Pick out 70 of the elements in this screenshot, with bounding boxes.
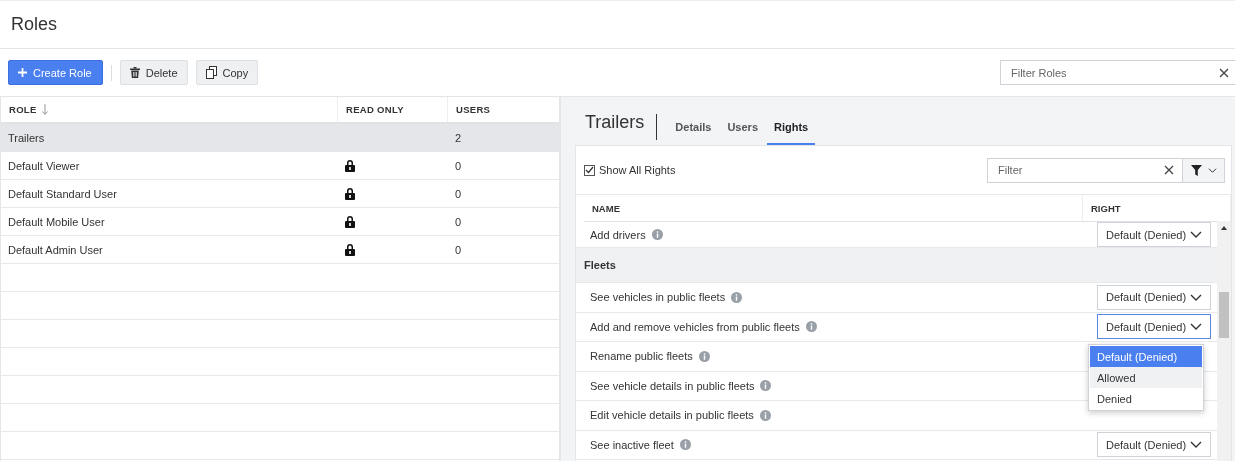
chevron-down-icon	[1190, 293, 1202, 301]
info-icon	[805, 321, 817, 333]
role-name: Trailers	[8, 131, 45, 144]
info-icon	[651, 229, 663, 240]
role-row[interactable]: Default Admin User 0	[1, 236, 559, 264]
dropdown-option[interactable]: Allowed	[1090, 367, 1202, 388]
user-count: 0	[455, 187, 462, 200]
right-select[interactable]: Default (Denied)	[1097, 284, 1211, 310]
role-row[interactable]: Default Mobile User 0	[1, 208, 559, 236]
scrollbar-thumb[interactable]	[1219, 292, 1229, 338]
filter-roles-field[interactable]: Filter Roles	[1009, 65, 1219, 80]
column-header: READ ONLY	[338, 97, 448, 122]
info-icon	[679, 439, 691, 451]
filter-field[interactable]: Filter	[996, 163, 1158, 177]
clear-icon[interactable]	[1164, 165, 1174, 175]
chevron-down-icon	[1190, 231, 1202, 238]
right-name: Add and remove vehicles from public fleets	[590, 320, 800, 333]
right-name: Add drivers	[590, 228, 646, 241]
user-count: 0	[455, 215, 462, 228]
role-name: Default Standard User	[8, 187, 117, 200]
column-header[interactable]: ROLE	[1, 97, 338, 122]
right-name: See inactive fleet	[590, 438, 674, 451]
right-name: Edit vehicle details in public fleets	[590, 409, 754, 422]
trash-icon	[129, 67, 140, 78]
delete-button[interactable]: Delete	[119, 60, 188, 85]
plus-icon	[18, 68, 27, 77]
chevron-down-icon	[1190, 323, 1202, 331]
role-row[interactable]: Trailers 2	[1, 124, 559, 152]
role-name: Default Viewer	[8, 159, 80, 172]
chevron-down-icon	[1190, 441, 1202, 449]
right-select[interactable]: Default (Denied)	[1097, 314, 1211, 340]
scrollbar[interactable]	[1217, 221, 1231, 461]
user-count: 0	[455, 159, 462, 172]
page-title: Roles	[11, 14, 58, 35]
copy-icon	[205, 66, 217, 79]
clear-icon[interactable]	[1219, 67, 1229, 78]
info-icon	[698, 350, 710, 362]
sort-arrow-icon	[41, 104, 48, 115]
create-role-button[interactable]: Create Role	[8, 60, 103, 85]
right-select[interactable]: Default (Denied)	[1097, 222, 1211, 247]
role-name: Default Admin User	[8, 243, 103, 256]
funnel-icon	[1190, 164, 1202, 176]
user-count: 0	[455, 243, 462, 256]
checkbox[interactable]	[584, 164, 595, 176]
right-name: See vehicle details in public fleets	[590, 379, 755, 392]
role-row[interactable]: Default Standard User 0	[1, 180, 559, 208]
checkbox-label[interactable]: Show All Rights	[599, 164, 676, 176]
filter-menu-button[interactable]	[1182, 158, 1224, 182]
role-title: Trailers	[585, 114, 658, 140]
dropdown-option[interactable]: Default (Denied)	[1090, 346, 1202, 367]
info-icon	[759, 409, 771, 421]
info-icon	[731, 291, 743, 303]
filter-box[interactable]: Filter	[987, 157, 1225, 183]
scroll-up-icon[interactable]	[1221, 226, 1227, 230]
filter-roles-box[interactable]: Filter Roles	[1000, 60, 1235, 85]
user-count: 2	[455, 131, 462, 144]
info-icon	[760, 380, 772, 392]
dropdown-option[interactable]: Denied	[1090, 388, 1202, 409]
tab[interactable]: Details	[668, 111, 719, 145]
right-select[interactable]: Default (Denied)	[1097, 432, 1211, 458]
column-header: USERS	[455, 103, 492, 117]
chevron-down-icon	[1207, 167, 1217, 173]
column-header: NAME	[584, 195, 1083, 221]
right-name: Rename public fleets	[590, 350, 693, 363]
role-name: Default Mobile User	[8, 215, 105, 228]
group-header: Fleets	[576, 248, 1217, 283]
tab[interactable]: Users	[720, 111, 765, 145]
copy-button[interactable]: Copy	[195, 60, 259, 85]
right-name: See vehicles in public fleets	[590, 291, 726, 304]
role-row[interactable]: Default Viewer 0	[1, 152, 559, 180]
